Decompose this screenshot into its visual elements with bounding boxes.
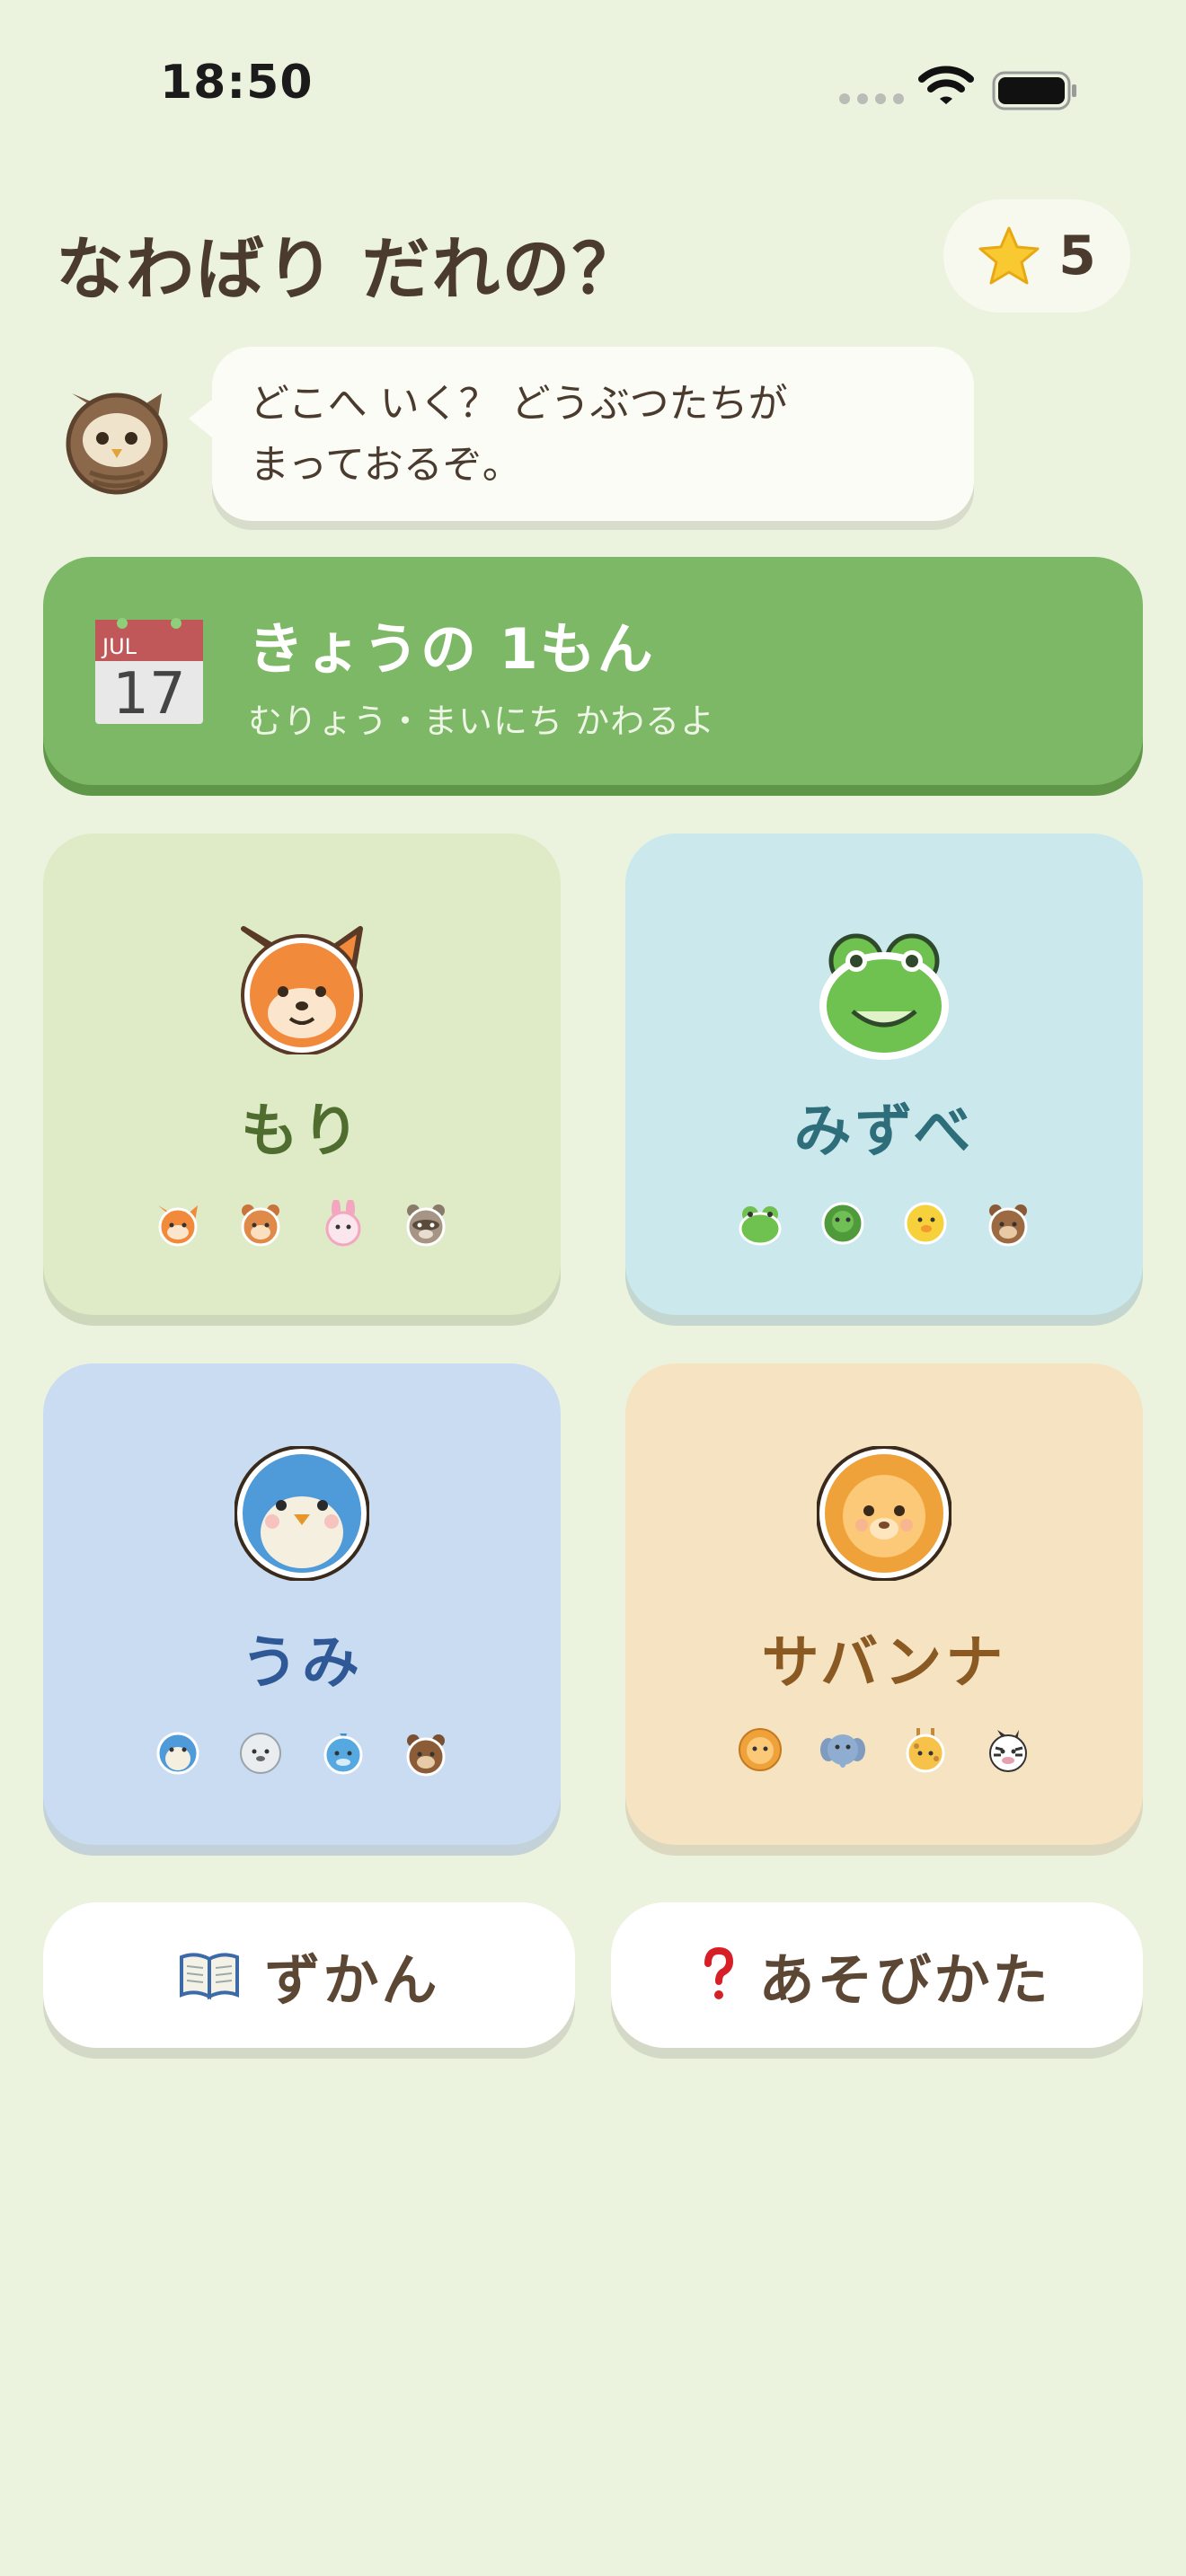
star-icon [978, 226, 1040, 285]
duck-icon [904, 1202, 947, 1245]
squirrel-icon [241, 1204, 280, 1247]
fox-icon [158, 1205, 198, 1247]
star-counter: 5 [943, 199, 1130, 313]
area-animals-mizube [625, 1200, 1143, 1247]
question-icon [704, 1947, 734, 1999]
area-label-savanna: サバンナ [761, 1630, 1007, 1697]
giraffe-icon [906, 1728, 945, 1773]
penguin-icon [156, 1732, 199, 1775]
area-animals-savanna [625, 1726, 1143, 1773]
seal-icon [240, 1733, 281, 1774]
daily-title: きょうの 1もん [248, 616, 655, 682]
page-title: なわばり だれの？ [56, 229, 642, 309]
cellular-signal-icon [839, 93, 904, 104]
battery-icon [992, 71, 1076, 110]
dolphin-icon [323, 1734, 363, 1775]
lion-icon [817, 1446, 951, 1581]
howto-button[interactable]: あそびかた [611, 1902, 1143, 2048]
area-animals-mori [43, 1200, 561, 1247]
area-label-umi: うみ [241, 1630, 363, 1697]
owl-icon [66, 393, 168, 495]
penguin-icon [235, 1446, 369, 1581]
book-icon [180, 1953, 240, 2000]
frog-icon [819, 933, 949, 1060]
rabbit-icon [325, 1200, 361, 1247]
star-count: 5 [1058, 225, 1096, 287]
lion-icon [739, 1728, 782, 1771]
raccoon-icon [406, 1204, 446, 1247]
status-time: 18:50 [160, 56, 314, 110]
calendar-month: JUL [101, 634, 137, 659]
elephant-icon [820, 1734, 865, 1768]
calendar-day: 17 [112, 661, 185, 726]
calendar-icon: JUL 17 [95, 618, 203, 726]
frog-icon [739, 1206, 782, 1246]
wifi-icon [918, 66, 974, 104]
zebra-icon [989, 1730, 1027, 1772]
fox-icon [241, 926, 363, 1054]
zukan-label: ずかん [264, 1947, 440, 2013]
zukan-button[interactable]: ずかん [43, 1902, 575, 2048]
area-animals-umi [43, 1730, 561, 1777]
bear-icon [988, 1204, 1028, 1247]
otter-icon [406, 1734, 446, 1777]
owl-message: どこへ いく？ どうぶつたちが まっておるぞ。 [250, 381, 788, 488]
area-label-mizube: みずべ [793, 1098, 975, 1165]
area-label-mori: もり [241, 1098, 363, 1165]
turtle-icon [821, 1202, 864, 1245]
howto-label: あそびかた [758, 1947, 1051, 2013]
daily-subtitle: むりょう・まいにち かわるよ [248, 701, 716, 741]
